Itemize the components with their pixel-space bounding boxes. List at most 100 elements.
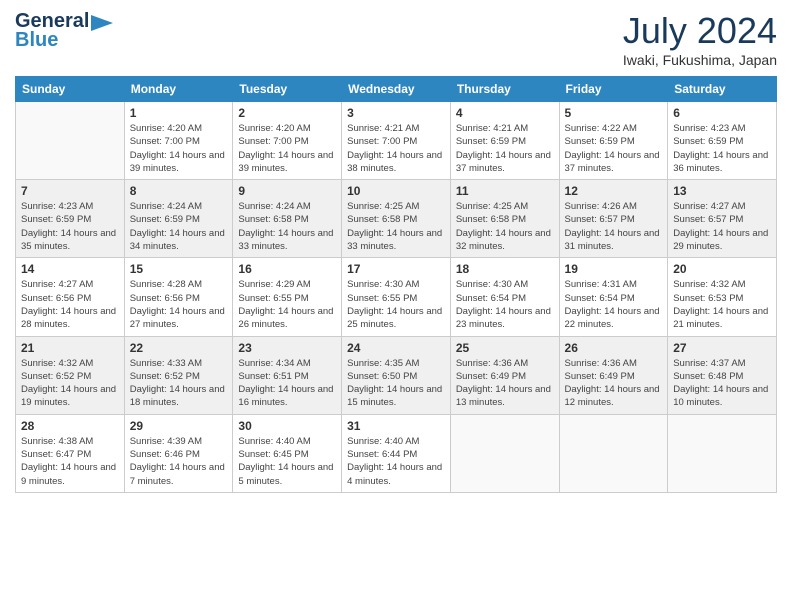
- calendar-cell-1-6: 13 Sunrise: 4:27 AMSunset: 6:57 PMDayligh…: [668, 180, 777, 258]
- day-number: 10: [347, 184, 445, 198]
- col-tuesday: Tuesday: [233, 77, 342, 102]
- calendar-cell-2-3: 17 Sunrise: 4:30 AMSunset: 6:55 PMDayligh…: [342, 258, 451, 336]
- calendar-week-row-4: 28 Sunrise: 4:38 AMSunset: 6:47 PMDayligh…: [16, 414, 777, 492]
- day-info: Sunrise: 4:30 AMSunset: 6:55 PMDaylight:…: [347, 278, 445, 331]
- calendar-week-row-2: 14 Sunrise: 4:27 AMSunset: 6:56 PMDayligh…: [16, 258, 777, 336]
- day-number: 24: [347, 341, 445, 355]
- calendar-cell-3-0: 21 Sunrise: 4:32 AMSunset: 6:52 PMDayligh…: [16, 336, 125, 414]
- header: General Blue July 2024 Iwaki, Fukushima,…: [15, 10, 777, 68]
- day-info: Sunrise: 4:40 AMSunset: 6:45 PMDaylight:…: [238, 435, 336, 488]
- calendar-cell-4-3: 31 Sunrise: 4:40 AMSunset: 6:44 PMDayligh…: [342, 414, 451, 492]
- day-number: 18: [456, 262, 554, 276]
- calendar-cell-3-4: 25 Sunrise: 4:36 AMSunset: 6:49 PMDayligh…: [450, 336, 559, 414]
- calendar-cell-1-2: 9 Sunrise: 4:24 AMSunset: 6:58 PMDaylight…: [233, 180, 342, 258]
- day-number: 31: [347, 419, 445, 433]
- day-info: Sunrise: 4:25 AMSunset: 6:58 PMDaylight:…: [347, 200, 445, 253]
- day-number: 9: [238, 184, 336, 198]
- calendar-cell-0-3: 3 Sunrise: 4:21 AMSunset: 7:00 PMDaylight…: [342, 102, 451, 180]
- day-number: 1: [130, 106, 228, 120]
- calendar-cell-3-1: 22 Sunrise: 4:33 AMSunset: 6:52 PMDayligh…: [124, 336, 233, 414]
- day-number: 8: [130, 184, 228, 198]
- calendar-cell-2-0: 14 Sunrise: 4:27 AMSunset: 6:56 PMDayligh…: [16, 258, 125, 336]
- calendar-cell-4-4: [450, 414, 559, 492]
- day-info: Sunrise: 4:37 AMSunset: 6:48 PMDaylight:…: [673, 357, 771, 410]
- calendar-cell-3-5: 26 Sunrise: 4:36 AMSunset: 6:49 PMDayligh…: [559, 336, 668, 414]
- calendar-header-row: Sunday Monday Tuesday Wednesday Thursday…: [16, 77, 777, 102]
- day-info: Sunrise: 4:40 AMSunset: 6:44 PMDaylight:…: [347, 435, 445, 488]
- day-number: 3: [347, 106, 445, 120]
- calendar-cell-1-1: 8Sunrise: 4:24 AMSunset: 6:59 PMDaylight…: [124, 180, 233, 258]
- calendar-cell-1-4: 11 Sunrise: 4:25 AMSunset: 6:58 PMDayligh…: [450, 180, 559, 258]
- page: General Blue July 2024 Iwaki, Fukushima,…: [0, 0, 792, 612]
- logo: General Blue: [15, 10, 113, 52]
- day-info: Sunrise: 4:32 AMSunset: 6:53 PMDaylight:…: [673, 278, 771, 331]
- day-info: Sunrise: 4:39 AMSunset: 6:46 PMDaylight:…: [130, 435, 228, 488]
- day-number: 27: [673, 341, 771, 355]
- calendar-cell-3-3: 24 Sunrise: 4:35 AMSunset: 6:50 PMDayligh…: [342, 336, 451, 414]
- col-friday: Friday: [559, 77, 668, 102]
- day-number: 19: [565, 262, 663, 276]
- calendar-cell-0-4: 4Sunrise: 4:21 AMSunset: 6:59 PMDaylight…: [450, 102, 559, 180]
- col-monday: Monday: [124, 77, 233, 102]
- day-info: Sunrise: 4:30 AMSunset: 6:54 PMDaylight:…: [456, 278, 554, 331]
- calendar-cell-3-2: 23Sunrise: 4:34 AMSunset: 6:51 PMDayligh…: [233, 336, 342, 414]
- logo-blue: Blue: [15, 29, 58, 52]
- day-info: Sunrise: 4:29 AMSunset: 6:55 PMDaylight:…: [238, 278, 336, 331]
- day-number: 22: [130, 341, 228, 355]
- col-sunday: Sunday: [16, 77, 125, 102]
- calendar-week-row-0: 1Sunrise: 4:20 AMSunset: 7:00 PMDaylight…: [16, 102, 777, 180]
- day-info: Sunrise: 4:36 AMSunset: 6:49 PMDaylight:…: [456, 357, 554, 410]
- day-number: 7: [21, 184, 119, 198]
- day-info: Sunrise: 4:25 AMSunset: 6:58 PMDaylight:…: [456, 200, 554, 253]
- day-number: 16: [238, 262, 336, 276]
- calendar-cell-4-6: [668, 414, 777, 492]
- day-info: Sunrise: 4:35 AMSunset: 6:50 PMDaylight:…: [347, 357, 445, 410]
- calendar-cell-0-2: 2Sunrise: 4:20 AMSunset: 7:00 PMDaylight…: [233, 102, 342, 180]
- day-number: 29: [130, 419, 228, 433]
- calendar-cell-1-3: 10 Sunrise: 4:25 AMSunset: 6:58 PMDayligh…: [342, 180, 451, 258]
- calendar-week-row-1: 7 Sunrise: 4:23 AMSunset: 6:59 PMDaylight…: [16, 180, 777, 258]
- logo-icon: [91, 15, 113, 31]
- calendar-cell-2-4: 18 Sunrise: 4:30 AMSunset: 6:54 PMDayligh…: [450, 258, 559, 336]
- day-number: 25: [456, 341, 554, 355]
- calendar-cell-4-2: 30 Sunrise: 4:40 AMSunset: 6:45 PMDayligh…: [233, 414, 342, 492]
- day-number: 20: [673, 262, 771, 276]
- calendar-cell-2-1: 15Sunrise: 4:28 AMSunset: 6:56 PMDayligh…: [124, 258, 233, 336]
- calendar-cell-1-0: 7 Sunrise: 4:23 AMSunset: 6:59 PMDaylight…: [16, 180, 125, 258]
- calendar-cell-3-6: 27 Sunrise: 4:37 AMSunset: 6:48 PMDayligh…: [668, 336, 777, 414]
- calendar-cell-2-5: 19Sunrise: 4:31 AMSunset: 6:54 PMDayligh…: [559, 258, 668, 336]
- day-number: 2: [238, 106, 336, 120]
- day-number: 17: [347, 262, 445, 276]
- day-number: 13: [673, 184, 771, 198]
- day-info: Sunrise: 4:24 AMSunset: 6:58 PMDaylight:…: [238, 200, 336, 253]
- day-number: 14: [21, 262, 119, 276]
- day-info: Sunrise: 4:27 AMSunset: 6:57 PMDaylight:…: [673, 200, 771, 253]
- day-info: Sunrise: 4:23 AMSunset: 6:59 PMDaylight:…: [21, 200, 119, 253]
- day-number: 26: [565, 341, 663, 355]
- calendar-cell-2-2: 16 Sunrise: 4:29 AMSunset: 6:55 PMDayligh…: [233, 258, 342, 336]
- day-number: 30: [238, 419, 336, 433]
- col-wednesday: Wednesday: [342, 77, 451, 102]
- day-info: Sunrise: 4:27 AMSunset: 6:56 PMDaylight:…: [21, 278, 119, 331]
- day-number: 21: [21, 341, 119, 355]
- day-number: 11: [456, 184, 554, 198]
- day-number: 5: [565, 106, 663, 120]
- title-block: July 2024 Iwaki, Fukushima, Japan: [623, 10, 777, 68]
- day-info: Sunrise: 4:38 AMSunset: 6:47 PMDaylight:…: [21, 435, 119, 488]
- day-info: Sunrise: 4:21 AMSunset: 7:00 PMDaylight:…: [347, 122, 445, 175]
- day-number: 6: [673, 106, 771, 120]
- day-number: 28: [21, 419, 119, 433]
- day-info: Sunrise: 4:28 AMSunset: 6:56 PMDaylight:…: [130, 278, 228, 331]
- calendar-week-row-3: 21 Sunrise: 4:32 AMSunset: 6:52 PMDayligh…: [16, 336, 777, 414]
- calendar: Sunday Monday Tuesday Wednesday Thursday…: [15, 76, 777, 493]
- calendar-cell-4-0: 28 Sunrise: 4:38 AMSunset: 6:47 PMDayligh…: [16, 414, 125, 492]
- day-info: Sunrise: 4:33 AMSunset: 6:52 PMDaylight:…: [130, 357, 228, 410]
- calendar-cell-1-5: 12Sunrise: 4:26 AMSunset: 6:57 PMDayligh…: [559, 180, 668, 258]
- calendar-cell-4-5: [559, 414, 668, 492]
- calendar-cell-0-6: 6Sunrise: 4:23 AMSunset: 6:59 PMDaylight…: [668, 102, 777, 180]
- day-info: Sunrise: 4:32 AMSunset: 6:52 PMDaylight:…: [21, 357, 119, 410]
- month-title: July 2024: [623, 10, 777, 52]
- day-info: Sunrise: 4:21 AMSunset: 6:59 PMDaylight:…: [456, 122, 554, 175]
- calendar-cell-0-1: 1Sunrise: 4:20 AMSunset: 7:00 PMDaylight…: [124, 102, 233, 180]
- day-info: Sunrise: 4:36 AMSunset: 6:49 PMDaylight:…: [565, 357, 663, 410]
